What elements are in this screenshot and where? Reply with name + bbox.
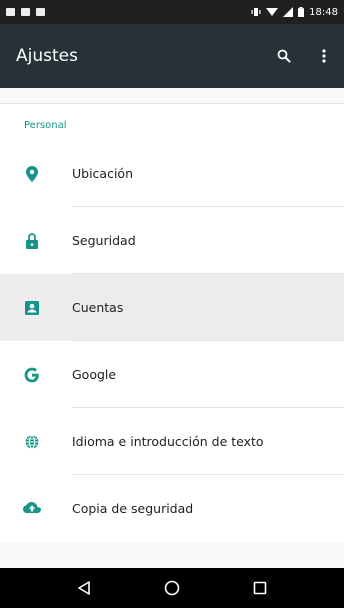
- home-button[interactable]: [152, 568, 192, 608]
- settings-item-location[interactable]: Ubicación: [0, 140, 344, 207]
- notification-icon: [6, 8, 15, 16]
- settings-item-accounts[interactable]: Cuentas: [0, 274, 344, 341]
- location-pin-icon: [26, 165, 38, 182]
- status-indicators: 18:48: [251, 7, 338, 18]
- back-triangle-icon: [78, 581, 90, 595]
- status-bar: 18:48: [0, 0, 344, 24]
- list-top-divider: [0, 88, 344, 104]
- globe-icon: [25, 434, 39, 449]
- search-icon: [277, 49, 291, 63]
- overflow-menu-button[interactable]: [304, 36, 344, 76]
- settings-item-label: Seguridad: [72, 233, 136, 248]
- settings-item-label: Cuentas: [72, 300, 124, 315]
- navigation-bar: [0, 568, 344, 608]
- settings-item-label: Google: [72, 367, 117, 382]
- more-vert-icon: [322, 49, 326, 63]
- battery-icon: [298, 7, 305, 17]
- section-header-personal: Personal: [0, 104, 344, 140]
- mail-icon: [21, 8, 30, 16]
- settings-item-label: Idioma e introducción de texto: [72, 434, 264, 449]
- settings-item-security[interactable]: Seguridad: [0, 207, 344, 274]
- notification-icons: [6, 8, 45, 16]
- google-g-icon: [24, 367, 39, 382]
- settings-item-label: Copia de seguridad: [72, 501, 194, 516]
- settings-item-backup[interactable]: Copia de seguridad: [0, 475, 344, 542]
- home-circle-icon: [164, 580, 180, 596]
- lock-icon: [26, 232, 38, 249]
- account-box-icon: [25, 300, 39, 315]
- clock: 18:48: [309, 6, 338, 18]
- settings-item-google[interactable]: Google: [0, 341, 344, 408]
- wifi-icon: [266, 8, 279, 16]
- page-title: Ajustes: [16, 46, 78, 66]
- screenshot-icon: [36, 8, 45, 16]
- app-bar: Ajustes: [0, 24, 344, 88]
- settings-list: Personal Ubicación Seguridad Cuentas Goo…: [0, 88, 344, 568]
- recents-button[interactable]: [240, 568, 280, 608]
- settings-item-language[interactable]: Idioma e introducción de texto: [0, 408, 344, 475]
- cloud-upload-icon: [23, 502, 41, 513]
- search-button[interactable]: [264, 36, 304, 76]
- settings-item-label: Ubicación: [72, 166, 134, 181]
- recents-square-icon: [253, 581, 267, 595]
- signal-icon: [283, 7, 294, 17]
- back-button[interactable]: [64, 568, 104, 608]
- vibrate-icon: [251, 8, 261, 16]
